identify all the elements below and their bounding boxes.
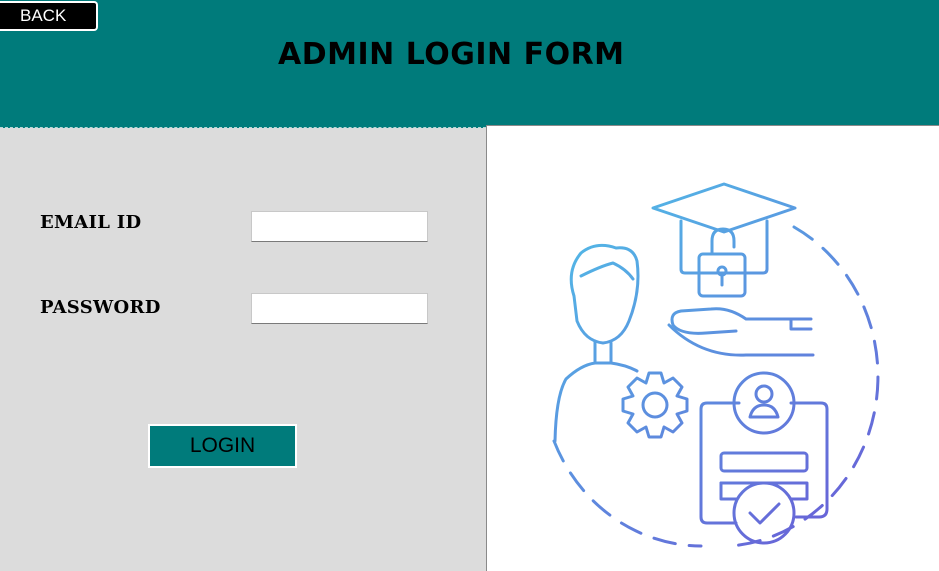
header-bar: BACK ADMIN LOGIN FORM bbox=[0, 0, 939, 128]
login-form-panel bbox=[0, 128, 486, 571]
back-button[interactable]: BACK bbox=[0, 1, 98, 31]
password-label: PASSWORD bbox=[40, 297, 161, 318]
admin-access-illustration-icon bbox=[552, 182, 880, 548]
password-input[interactable] bbox=[251, 293, 428, 324]
email-label: EMAIL ID bbox=[40, 212, 142, 233]
email-input[interactable] bbox=[251, 211, 428, 242]
page-title: ADMIN LOGIN FORM bbox=[278, 37, 625, 72]
illustration-panel bbox=[486, 125, 939, 571]
login-button[interactable]: LOGIN bbox=[148, 424, 297, 468]
